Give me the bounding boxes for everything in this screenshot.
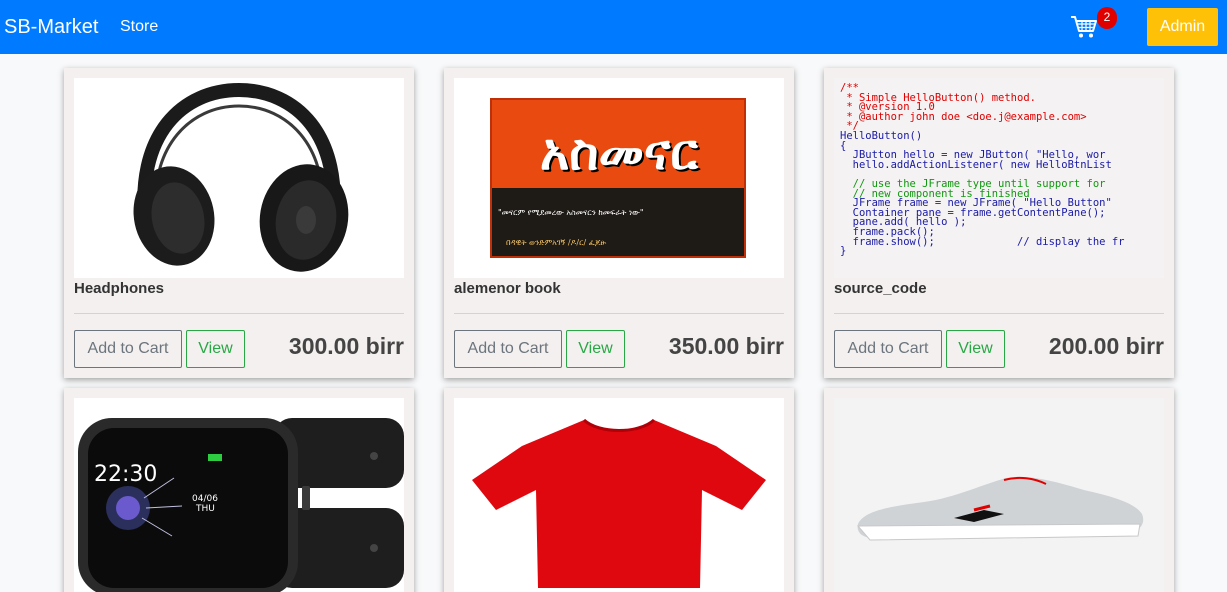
product-card-smartwatch: 22:30 04/06 THU (64, 388, 414, 592)
product-card-source-code: /** * Simple HelloButton() method. * @ve… (824, 68, 1174, 378)
watch-time: 22:30 (94, 462, 158, 487)
book-cover-title: አስመናር (540, 123, 698, 181)
sneaker-image[interactable] (834, 398, 1164, 592)
divider (74, 313, 404, 314)
product-card-alemenor-book: አስመናር "መናርም የሚደመረው አስመናርን ከመፍራት ነው" በዳዊት… (444, 68, 794, 378)
product-price: 200.00 birr (1048, 333, 1164, 359)
watch-date: 04/06 (192, 494, 218, 504)
smartwatch-image[interactable]: 22:30 04/06 THU (74, 398, 404, 592)
code-line: } (840, 245, 847, 258)
product-card-tshirt (444, 388, 794, 592)
product-name[interactable]: Headphones (74, 280, 164, 298)
product-card-sneaker (824, 388, 1174, 592)
product-price: 300.00 birr (288, 333, 404, 359)
divider (454, 313, 784, 314)
add-to-cart-button[interactable]: Add to Cart (74, 330, 182, 368)
code-line: * @author john doe <doe.j@example.com> (840, 110, 1087, 123)
divider (834, 313, 1164, 314)
product-name[interactable]: source_code (834, 280, 927, 298)
shopping-cart-icon[interactable] (1070, 14, 1098, 40)
source-code-image[interactable]: /** * Simple HelloButton() method. * @ve… (834, 78, 1164, 278)
add-to-cart-button[interactable]: Add to Cart (454, 330, 562, 368)
book-cover-line2: በዳዊት ወንድምአገኝ /ዶ/ር/ ፈጆፁ (506, 238, 607, 247)
code-snippet: /** * Simple HelloButton() method. * @ve… (834, 78, 1164, 263)
code-line: HelloButton() (840, 129, 923, 142)
headphones-image[interactable] (74, 78, 404, 278)
code-line: hello.addActionListener( new HelloBtnLis… (840, 158, 1112, 171)
nav-link-store[interactable]: Store (120, 18, 158, 36)
book-cover-line1: "መናርም የሚደመረው አስመናርን ከመፍራት ነው" (498, 208, 644, 217)
add-to-cart-button[interactable]: Add to Cart (834, 330, 942, 368)
product-price: 350.00 birr (668, 333, 784, 359)
view-button[interactable]: View (566, 330, 625, 368)
product-name[interactable]: alemenor book (454, 280, 561, 298)
brand-logo[interactable]: SB-Market (4, 15, 98, 39)
view-button[interactable]: View (186, 330, 245, 368)
red-tshirt-image[interactable] (454, 398, 784, 592)
admin-button[interactable]: Admin (1147, 8, 1218, 46)
cart-count-badge: 2 (1097, 7, 1117, 29)
product-card-headphones: Headphones Add to Cart View 300.00 birr (64, 68, 414, 378)
view-button[interactable]: View (946, 330, 1005, 368)
watch-day: THU (196, 504, 215, 514)
book-cover-image[interactable]: አስመናር "መናርም የሚደመረው አስመናርን ከመፍራት ነው" በዳዊት… (454, 78, 784, 278)
navbar: SB-Market Store 2 Admin (0, 0, 1227, 54)
code-line: frame.show(); // display the fr (840, 235, 1125, 248)
